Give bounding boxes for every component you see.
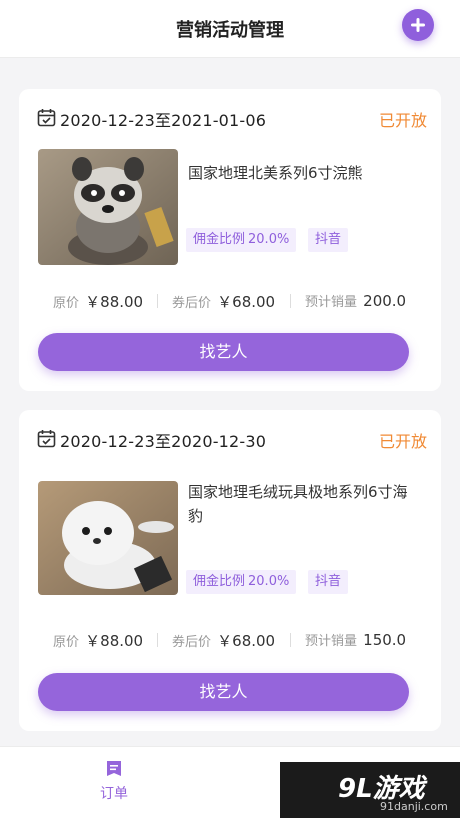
commission-value: 20.0% — [248, 232, 290, 247]
coupon-price: 券后价 ￥68.00 — [172, 291, 275, 312]
find-artist-button[interactable]: 找艺人 — [38, 673, 409, 711]
commission-label: 佣金比例 — [193, 232, 246, 247]
expected-sales: 预计销量 200.0 — [305, 291, 406, 310]
tab-orders[interactable]: 订单 — [84, 759, 144, 809]
product-image-seal[interactable] — [38, 481, 178, 595]
coupon-price-value: ￥68.00 — [217, 632, 276, 650]
expected-sales: 预计销量 150.0 — [305, 630, 406, 649]
divider — [290, 294, 291, 308]
original-price-value: ￥88.00 — [85, 632, 144, 650]
expected-sales-value: 150.0 — [363, 631, 407, 649]
product-name: 国家地理北美系列6寸浣熊 — [188, 164, 363, 182]
original-price-label: 原价 — [53, 296, 80, 311]
coupon-price-value: ￥68.00 — [217, 293, 276, 311]
watermark-url: 91danji.com — [380, 800, 448, 813]
commission-value: 20.0% — [248, 574, 290, 589]
coupon-price-label: 券后价 — [172, 635, 212, 650]
calendar-icon — [37, 430, 56, 448]
expected-sales-value: 200.0 — [363, 292, 407, 310]
platform-tag: 抖音 — [308, 228, 349, 252]
top-bar: 营销活动管理 — [0, 0, 460, 58]
find-artist-button[interactable]: 找艺人 — [38, 333, 409, 371]
price-row: 原价 ￥88.00 券后价 ￥68.00 预计销量 200.0 — [19, 291, 441, 313]
expected-sales-label: 预计销量 — [305, 634, 358, 649]
order-icon — [107, 761, 121, 776]
status-badge: 已开放 — [378, 111, 427, 130]
divider — [290, 633, 291, 647]
original-price-value: ￥88.00 — [85, 293, 144, 311]
add-campaign-button[interactable] — [402, 9, 434, 41]
plus-icon — [411, 18, 425, 32]
status-badge: 已开放 — [378, 432, 427, 451]
product-name: 国家地理毛绒玩具极地系列6寸海豹 — [188, 483, 408, 525]
site-watermark: 9L游戏 91danji.com — [280, 762, 460, 818]
campaign-date-row: 2020-12-23至2020-12-30 已开放 — [37, 428, 427, 451]
calendar-icon — [37, 109, 56, 127]
divider — [157, 633, 158, 647]
campaign-date-row: 2020-12-23至2021-01-06 已开放 — [37, 107, 427, 130]
original-price-label: 原价 — [53, 635, 80, 650]
campaign-date-range: 2020-12-23至2020-12-30 — [60, 432, 267, 451]
commission-tag: 佣金比例 20.0% — [186, 570, 297, 594]
original-price: 原价 ￥88.00 — [53, 291, 143, 312]
original-price: 原价 ￥88.00 — [53, 630, 143, 651]
expected-sales-label: 预计销量 — [305, 295, 358, 310]
divider — [157, 294, 158, 308]
campaign-card[interactable]: 2020-12-23至2021-01-06 已开放 国家地理北美系列6寸浣熊 佣… — [19, 89, 441, 391]
coupon-price: 券后价 ￥68.00 — [172, 630, 275, 651]
coupon-price-label: 券后价 — [172, 296, 212, 311]
page-title: 营销活动管理 — [176, 20, 284, 41]
price-row: 原价 ￥88.00 券后价 ￥68.00 预计销量 150.0 — [19, 630, 441, 652]
product-image-raccoon[interactable] — [38, 149, 178, 265]
campaign-card[interactable]: 2020-12-23至2020-12-30 已开放 国家地理毛绒玩具极地系列6寸… — [19, 410, 441, 731]
commission-label: 佣金比例 — [193, 574, 246, 589]
tab-orders-label: 订单 — [100, 786, 128, 802]
commission-tag: 佣金比例 20.0% — [186, 228, 297, 252]
campaign-date-range: 2020-12-23至2021-01-06 — [60, 111, 267, 130]
platform-tag: 抖音 — [308, 570, 349, 594]
